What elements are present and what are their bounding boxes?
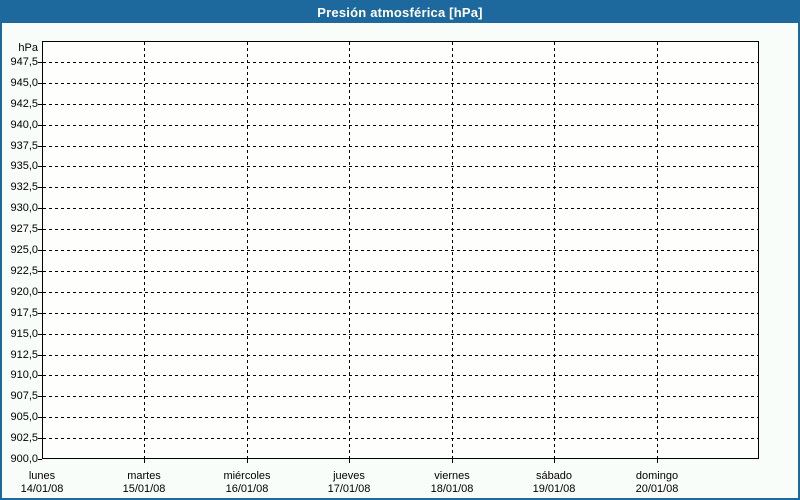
h-gridline [43,146,758,147]
y-tick-mark [38,125,42,126]
chart-canvas: hPa 947,5 945,0 942,5 940,0 937,5 935,0 932,5 9… [2,2,798,498]
v-gridline [452,42,453,458]
x-day-label: lunes [28,470,56,482]
h-gridline [43,438,758,439]
y-tick-mark [38,62,42,63]
x-day-label: sábado [535,470,573,482]
x-tick-mark [144,459,145,463]
y-tick-label: 937,5 [10,140,38,152]
y-tick-label: 907,5 [10,390,38,402]
h-gridline [43,187,758,188]
x-tick-mark [452,459,453,463]
y-tick-mark [38,229,42,230]
x-date-label: 19/01/08 [532,483,576,495]
y-tick-mark [38,375,42,376]
y-tick-mark [38,271,42,272]
h-gridline [43,292,758,293]
y-tick-mark [38,417,42,418]
x-day-label: martes [127,470,161,482]
y-tick-mark [38,355,42,356]
x-day-label: miércoles [223,470,271,482]
h-gridline [43,396,758,397]
x-tick-mark [247,459,248,463]
y-tick-label: 940,0 [10,119,38,131]
x-date-label: 16/01/08 [225,483,269,495]
v-gridline [554,42,555,458]
y-tick-label: 925,0 [10,244,38,256]
v-gridline [247,42,248,458]
h-gridline [43,166,758,167]
y-tick-mark [38,146,42,147]
y-tick-label: 912,5 [10,349,38,361]
y-tick-mark [38,292,42,293]
h-gridline [43,250,758,251]
y-tick-label: 915,0 [10,328,38,340]
y-tick-label: 922,5 [10,265,38,277]
h-gridline [43,271,758,272]
y-tick-mark [38,104,42,105]
y-tick-mark [38,438,42,439]
y-tick-mark [38,187,42,188]
h-gridline [43,334,758,335]
y-tick-label: 902,5 [10,432,38,444]
y-tick-label: 930,0 [10,202,38,214]
h-gridline [43,417,758,418]
h-gridline [43,83,758,84]
y-tick-mark [38,334,42,335]
x-tick-mark [657,459,658,463]
pressure-chart-window: Presión atmosférica [hPa] hPa 947,5 945,0… [0,0,800,500]
h-gridline [43,125,758,126]
x-date-label: 17/01/08 [327,483,371,495]
y-tick-label: 900,0 [10,453,38,465]
h-gridline [43,62,758,63]
x-date-label: 15/01/08 [122,483,166,495]
y-tick-label: 920,0 [10,286,38,298]
y-axis-unit-label: hPa [18,42,38,54]
plot-area [42,41,759,459]
y-tick-mark [38,166,42,167]
v-gridline [144,42,145,458]
y-tick-mark [38,250,42,251]
h-gridline [43,229,758,230]
y-tick-label: 905,0 [10,411,38,423]
y-tick-mark [38,396,42,397]
y-tick-mark [38,83,42,84]
x-tick-mark [349,459,350,463]
y-tick-label: 910,0 [10,369,38,381]
h-gridline [43,208,758,209]
h-gridline [43,355,758,356]
h-gridline [43,313,758,314]
v-gridline [657,42,658,458]
h-gridline [43,375,758,376]
y-tick-mark [38,313,42,314]
y-tick-label: 945,0 [10,77,38,89]
x-date-label: 20/01/08 [635,483,679,495]
y-tick-label: 932,5 [10,181,38,193]
y-tick-label: 927,5 [10,223,38,235]
y-tick-label: 942,5 [10,98,38,110]
h-gridline [43,104,758,105]
y-tick-label: 917,5 [10,307,38,319]
y-tick-mark [38,459,42,460]
y-tick-label: 947,5 [10,56,38,68]
x-date-label: 18/01/08 [430,483,474,495]
v-gridline [349,42,350,458]
x-tick-mark [554,459,555,463]
x-day-label: domingo [635,470,679,482]
x-date-label: 14/01/08 [20,483,64,495]
y-tick-mark [38,208,42,209]
x-day-label: viernes [434,470,470,482]
x-day-label: jueves [333,470,365,482]
y-tick-label: 935,0 [10,160,38,172]
